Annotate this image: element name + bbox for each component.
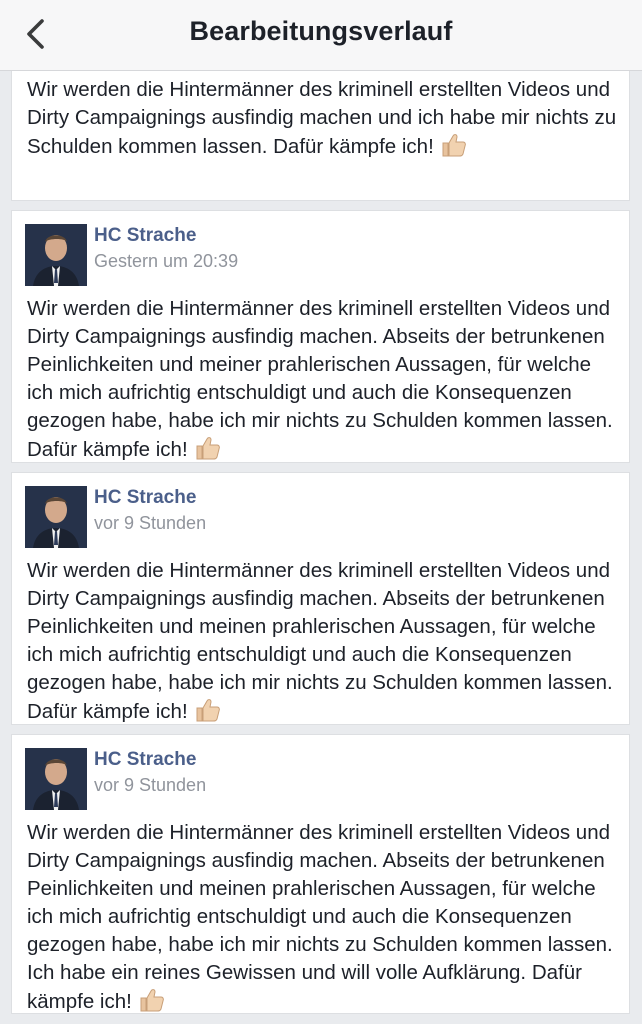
navigation-bar: Bearbeitungsverlauf [0, 0, 642, 71]
thumbs-up-icon [440, 132, 468, 158]
author-name[interactable]: HC Strache [94, 487, 196, 509]
avatar[interactable] [25, 224, 87, 286]
avatar[interactable] [25, 748, 87, 810]
edit-history-entry: HC Strache Gestern um 20:39 Wir werden d… [11, 210, 630, 463]
thumbs-up-icon [194, 435, 222, 461]
post-text: Wir werden die Hintermänner des kriminel… [27, 821, 613, 1013]
timestamp: Gestern um 20:39 [94, 251, 239, 271]
edit-history-entry: HC Strache vor 9 Stunden Wir werden die … [11, 472, 630, 725]
avatar[interactable] [25, 486, 87, 548]
post-text: Wir werden die Hintermänner des kriminel… [27, 559, 613, 723]
thumbs-up-icon [194, 697, 222, 723]
author-name[interactable]: HC Strache [94, 749, 196, 771]
timestamp: vor 9 Stunden [94, 513, 207, 533]
post-text: Wir werden die Hintermänner des kriminel… [27, 297, 613, 461]
edit-history-entry: HC Strache vor 9 Stunden Wir werden die … [11, 734, 630, 1014]
thumbs-up-icon [138, 987, 166, 1013]
post-text: Wir werden die Hintermänner des kriminel… [27, 78, 617, 158]
timestamp: vor 9 Stunden [94, 775, 207, 795]
edit-history-list: Wir werden die Hintermänner des kriminel… [11, 71, 630, 1014]
edit-history-entry: Wir werden die Hintermänner des kriminel… [11, 71, 630, 201]
page-title: Bearbeitungsverlauf [189, 16, 453, 46]
author-name[interactable]: HC Strache [94, 225, 196, 247]
